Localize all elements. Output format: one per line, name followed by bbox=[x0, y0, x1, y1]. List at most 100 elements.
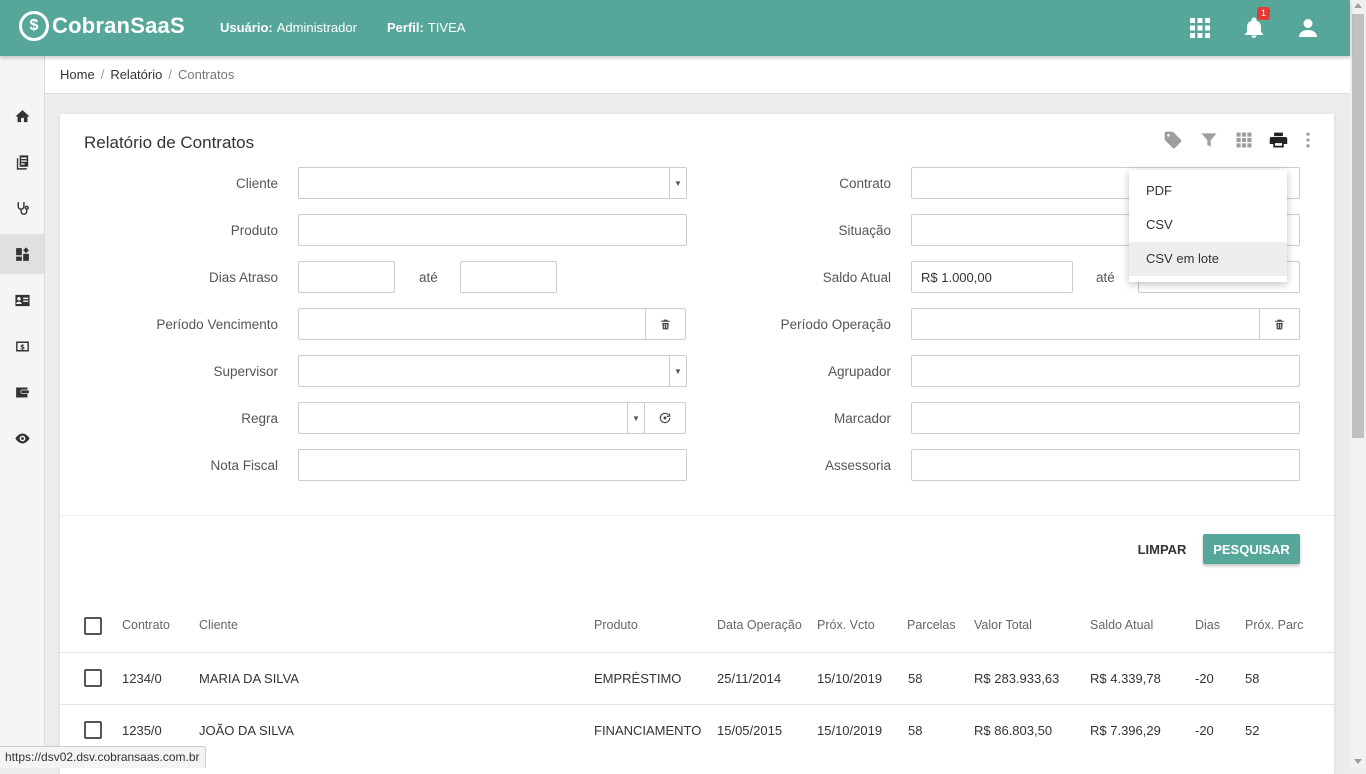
periodo-vencimento-label: Período Vencimento bbox=[156, 317, 278, 332]
filter-icon[interactable] bbox=[1199, 130, 1221, 152]
notification-badge: 1 bbox=[1257, 7, 1271, 20]
column-header-cliente[interactable]: Cliente bbox=[199, 618, 238, 632]
app-name: CobranSaaS bbox=[52, 13, 185, 38]
saldo-atual-from-value: R$ 1.000,00 bbox=[921, 269, 992, 285]
column-header-prox-vcto[interactable]: Próx. Vcto bbox=[817, 618, 875, 632]
dashboard-icon bbox=[15, 246, 29, 261]
cell-parcelas: 58 bbox=[908, 671, 923, 686]
contrato-label: Contrato bbox=[839, 176, 891, 191]
column-header-data-operacao[interactable]: Data Operação bbox=[717, 618, 802, 632]
column-header-produto[interactable]: Produto bbox=[594, 618, 638, 632]
print-icon[interactable] bbox=[1268, 130, 1290, 152]
sidebar-item-book[interactable] bbox=[0, 142, 44, 182]
regra-view-button[interactable] bbox=[644, 402, 686, 434]
eye-icon bbox=[14, 433, 30, 443]
tag-icon[interactable] bbox=[1163, 130, 1185, 152]
row-checkbox[interactable] bbox=[84, 721, 102, 739]
table-divider bbox=[60, 704, 1334, 705]
chevron-down-icon[interactable]: ▼ bbox=[669, 168, 686, 198]
scrollbar-thumb[interactable] bbox=[1352, 14, 1364, 438]
chevron-down-icon[interactable]: ▼ bbox=[669, 356, 686, 386]
profile-info: Perfil: TIVEA bbox=[387, 20, 465, 35]
more-vert-icon[interactable] bbox=[1298, 130, 1320, 152]
dias-atraso-from-input[interactable] bbox=[298, 261, 395, 293]
sidebar-item-health[interactable] bbox=[0, 188, 44, 228]
scroll-down-arrow-icon[interactable] bbox=[1354, 759, 1362, 764]
produto-field[interactable] bbox=[298, 214, 687, 246]
saldo-atual-label: Saldo Atual bbox=[822, 270, 891, 285]
wallet-icon bbox=[15, 387, 29, 397]
cliente-label: Cliente bbox=[235, 176, 278, 191]
cell-contrato[interactable]: 1234/0 bbox=[122, 671, 162, 686]
cell-cliente: MARIA DA SILVA bbox=[199, 671, 299, 686]
dias-atraso-to-input[interactable] bbox=[460, 261, 557, 293]
vertical-scrollbar[interactable] bbox=[1350, 0, 1366, 768]
breadcrumb-current: Contratos bbox=[177, 67, 235, 82]
cell-saldo-atual: R$ 4.339,78 bbox=[1090, 671, 1161, 686]
export-menu: PDF CSV CSV em lote bbox=[1129, 170, 1287, 282]
cell-cliente: JOÃO DA SILVA bbox=[199, 723, 294, 738]
regra-select[interactable]: ▼ bbox=[298, 402, 645, 434]
logo-mark-icon: $ bbox=[19, 11, 49, 41]
cliente-select[interactable]: ▼ bbox=[298, 167, 687, 199]
scroll-up-arrow-icon[interactable] bbox=[1354, 3, 1362, 8]
money-icon: $ bbox=[15, 341, 29, 351]
menu-item-csv[interactable]: CSV bbox=[1129, 208, 1287, 242]
app-logo[interactable]: $ CobranSaaS bbox=[19, 11, 185, 41]
cell-valor-total: R$ 283.933,63 bbox=[974, 671, 1060, 686]
sidebar: $ bbox=[0, 56, 45, 768]
cell-produto: FINANCIAMENTO bbox=[594, 723, 702, 738]
supervisor-select[interactable]: ▼ bbox=[298, 355, 687, 387]
trash-icon[interactable] bbox=[1259, 309, 1299, 339]
breadcrumb-relatorio[interactable]: Relatório bbox=[110, 67, 162, 82]
select-all-checkbox[interactable] bbox=[84, 617, 102, 635]
breadcrumb-separator: / bbox=[100, 67, 105, 82]
sidebar-item-home[interactable] bbox=[0, 96, 44, 136]
agrupador-field[interactable] bbox=[911, 355, 1300, 387]
search-button[interactable]: PESQUISAR bbox=[1203, 534, 1300, 564]
user-account-icon[interactable] bbox=[1296, 16, 1320, 40]
table-divider bbox=[60, 652, 1334, 653]
trash-icon[interactable] bbox=[645, 309, 685, 339]
clear-button[interactable]: LIMPAR bbox=[1132, 534, 1192, 564]
chevron-down-icon[interactable]: ▼ bbox=[627, 403, 644, 433]
column-header-saldo-atual[interactable]: Saldo Atual bbox=[1090, 618, 1153, 632]
periodo-operacao-label: Período Operação bbox=[780, 317, 891, 332]
page-title: Relatório de Contratos bbox=[84, 133, 255, 152]
sidebar-item-contacts[interactable] bbox=[0, 280, 44, 320]
column-header-dias[interactable]: Dias bbox=[1195, 618, 1220, 632]
column-header-contrato[interactable]: Contrato bbox=[122, 618, 170, 632]
top-app-bar: $ CobranSaaS Usuário: Administrador Perfi… bbox=[0, 0, 1350, 56]
user-label: Usuário: bbox=[220, 20, 273, 35]
column-header-parcelas[interactable]: Parcelas bbox=[907, 618, 956, 632]
cell-contrato[interactable]: 1235/0 bbox=[122, 723, 162, 738]
breadcrumb-separator: / bbox=[168, 67, 172, 82]
sidebar-item-finance[interactable]: $ bbox=[0, 326, 44, 366]
cell-prox-parc: 58 bbox=[1245, 671, 1260, 686]
cell-prox-vcto: 15/10/2019 bbox=[817, 723, 883, 738]
column-header-valor-total[interactable]: Valor Total bbox=[974, 618, 1032, 632]
produto-label: Produto bbox=[230, 223, 278, 238]
menu-item-csv-em-lote[interactable]: CSV em lote bbox=[1129, 242, 1287, 276]
sidebar-item-dashboard[interactable] bbox=[0, 234, 44, 274]
column-header-prox-parc[interactable]: Próx. Parc bbox=[1245, 618, 1303, 632]
dias-atraso-label: Dias Atraso bbox=[208, 270, 278, 285]
marcador-field[interactable] bbox=[911, 402, 1300, 434]
columns-grid-icon[interactable] bbox=[1234, 130, 1256, 152]
sidebar-item-wallet[interactable] bbox=[0, 372, 44, 412]
breadcrumb-home[interactable]: Home bbox=[60, 67, 95, 82]
book-icon bbox=[16, 154, 28, 170]
stethoscope-icon bbox=[17, 201, 29, 215]
sidebar-item-view[interactable] bbox=[0, 418, 44, 458]
nota-fiscal-field[interactable] bbox=[298, 449, 687, 481]
apps-grid-icon[interactable] bbox=[1188, 16, 1212, 40]
breadcrumb: Home / Relatório / Contratos bbox=[45, 56, 1350, 94]
saldo-atual-from-input[interactable]: R$ 1.000,00 bbox=[911, 261, 1073, 293]
menu-item-pdf[interactable]: PDF bbox=[1129, 174, 1287, 208]
situacao-label: Situação bbox=[838, 223, 891, 238]
assessoria-field[interactable] bbox=[911, 449, 1300, 481]
row-checkbox[interactable] bbox=[84, 669, 102, 687]
periodo-operacao-input[interactable] bbox=[911, 308, 1300, 340]
periodo-vencimento-input[interactable] bbox=[298, 308, 686, 340]
nota-fiscal-label: Nota Fiscal bbox=[210, 458, 278, 473]
